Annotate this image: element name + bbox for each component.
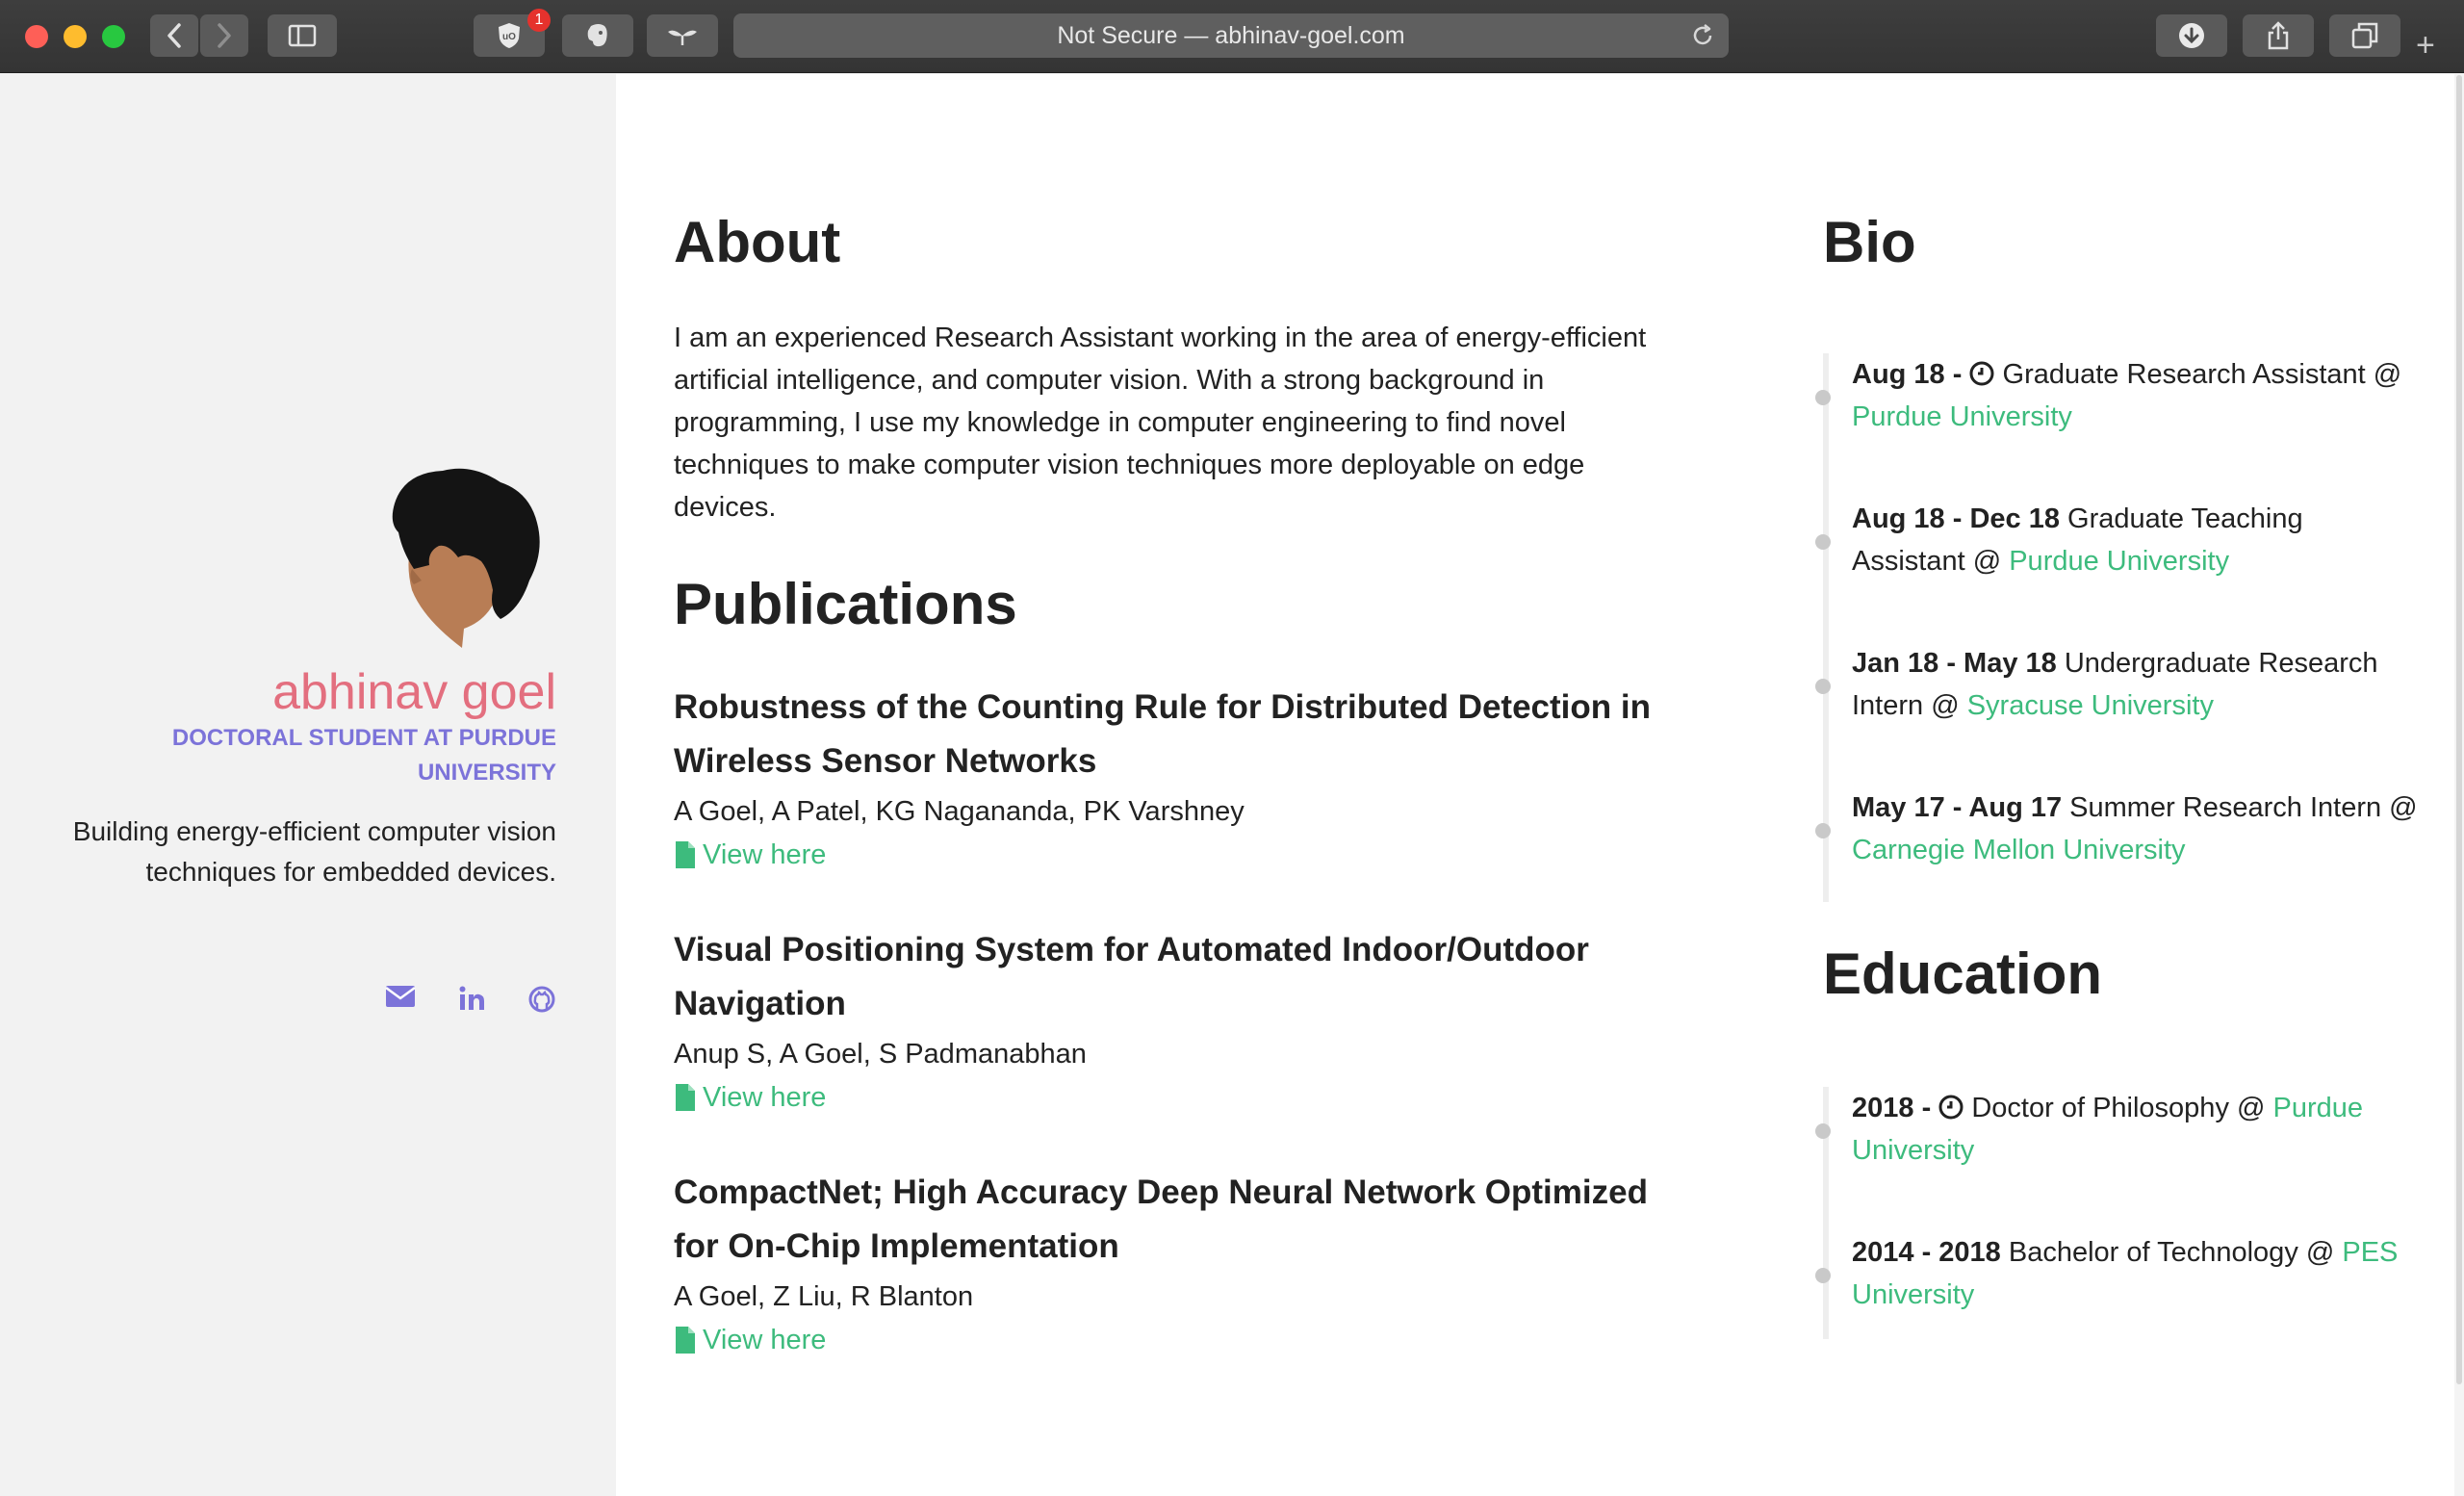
view-publication-link[interactable]: View here: [674, 1075, 1694, 1120]
timeline-dot: [1815, 390, 1831, 405]
address-bar[interactable]: Not Secure — abhinav-goel.com: [733, 13, 1729, 58]
chevron-left-icon: [167, 23, 181, 48]
view-publication-link[interactable]: View here: [674, 1318, 1694, 1362]
bio-org-link[interactable]: Purdue University: [2009, 546, 2229, 577]
file-icon: [676, 1084, 695, 1111]
bio-org-link[interactable]: Purdue University: [1852, 401, 2072, 432]
tabs-icon: [2351, 22, 2378, 49]
linkedin-icon[interactable]: [458, 985, 485, 1014]
education-item: 2014 - 2018 Bachelor of Technology @ PES…: [1815, 1231, 2420, 1339]
timeline-dot: [1815, 1123, 1831, 1139]
browser-titlebar: uO 1 Not Secure — abhinav-goel.com +: [0, 0, 2464, 73]
publication-authors: Anup S, A Goel, S Padmanabhan: [674, 1039, 1087, 1070]
education-date: 2014 - 2018: [1852, 1237, 2001, 1268]
publication-item: Visual Positioning System for Automated …: [674, 923, 1694, 1120]
share-button[interactable]: [2243, 14, 2314, 57]
publication-title: Visual Positioning System for Automated …: [674, 931, 1589, 1022]
publication-title: Robustness of the Counting Rule for Dist…: [674, 688, 1651, 780]
bio-item: Aug 18 - Dec 18 Graduate Teaching Assist…: [1815, 498, 2420, 642]
bio-role: Graduate Research Assistant @: [1994, 359, 2402, 390]
education-heading: Education: [1823, 941, 2103, 1006]
education-item: 2018 - Doctor of Philosophy @ Purdue Uni…: [1815, 1087, 2420, 1231]
chevron-right-icon: [218, 23, 231, 48]
web-page: abhinav goel DOCTORAL STUDENT AT PURDUE …: [0, 74, 2454, 1496]
sidebar-toggle-button[interactable]: [268, 14, 337, 57]
zoom-window-button[interactable]: [102, 25, 125, 48]
evernote-extension-button[interactable]: [562, 14, 633, 57]
bio-item: Aug 18 - Graduate Research Assistant @ P…: [1815, 353, 2420, 498]
social-links: [385, 985, 556, 1014]
shield-icon: uO: [499, 23, 520, 48]
education-degree: Bachelor of Technology @: [2000, 1237, 2343, 1268]
file-icon: [676, 1327, 695, 1354]
publication-item: Robustness of the Counting Rule for Dist…: [674, 681, 1694, 877]
clock-icon: [1938, 1095, 1964, 1120]
about-text: I am an experienced Research Assistant w…: [674, 322, 1647, 523]
education-degree: Doctor of Philosophy @: [1964, 1093, 2273, 1123]
timeline-dot: [1815, 679, 1831, 694]
publications-heading: Publications: [674, 572, 1017, 636]
view-link-label: View here: [703, 1325, 827, 1355]
close-window-button[interactable]: [25, 25, 48, 48]
clock-icon: [1969, 361, 1994, 386]
file-icon: [676, 841, 695, 868]
publication-item: CompactNet; High Accuracy Deep Neural Ne…: [674, 1166, 1694, 1362]
back-button[interactable]: [150, 14, 198, 57]
about-heading: About: [674, 210, 841, 274]
sprout-icon: [668, 30, 697, 45]
download-icon: [2179, 23, 2204, 48]
bio-timeline: Aug 18 - Graduate Research Assistant @ P…: [1815, 353, 2420, 902]
education-timeline: 2018 - Doctor of Philosophy @ Purdue Uni…: [1815, 1087, 2420, 1339]
extension-badge: 1: [527, 9, 551, 32]
bio-org-link[interactable]: Carnegie Mellon University: [1852, 835, 2186, 865]
reload-icon[interactable]: [1690, 23, 1715, 55]
downloads-button[interactable]: [2156, 14, 2227, 57]
profile-sidebar: abhinav goel DOCTORAL STUDENT AT PURDUE …: [0, 74, 616, 1496]
profile-name: abhinav goel: [272, 664, 556, 720]
publication-title: CompactNet; High Accuracy Deep Neural Ne…: [674, 1174, 1648, 1265]
timeline-dot: [1815, 1268, 1831, 1283]
view-publication-link[interactable]: View here: [674, 833, 1694, 877]
bio-date: May 17 - Aug 17: [1852, 792, 2063, 823]
bio-date: Jan 18 - May 18: [1852, 648, 2057, 679]
publication-authors: A Goel, A Patel, KG Nagananda, PK Varshn…: [674, 796, 1245, 827]
timeline-dot: [1815, 534, 1831, 550]
profile-role: DOCTORAL STUDENT AT PURDUE UNIVERSITY: [171, 725, 556, 786]
bio-date: Aug 18 - Dec 18: [1852, 503, 2060, 534]
svg-text:uO: uO: [502, 32, 516, 42]
share-icon: [2268, 21, 2289, 50]
sprout-extension-button[interactable]: [647, 14, 718, 57]
new-tab-plus-icon[interactable]: +: [2416, 29, 2435, 62]
tab-overview-button[interactable]: [2329, 14, 2400, 57]
profile-tagline: Building energy-efficient computer visio…: [72, 816, 556, 887]
minimize-window-button[interactable]: [64, 25, 87, 48]
bio-org-link[interactable]: Syracuse University: [1967, 690, 2214, 721]
view-link-label: View here: [703, 1082, 827, 1113]
publication-authors: A Goel, Z Liu, R Blanton: [674, 1281, 974, 1312]
forward-button[interactable]: [200, 14, 248, 57]
github-icon[interactable]: [527, 985, 556, 1014]
timeline-dot: [1815, 823, 1831, 838]
education-date: 2018 -: [1852, 1093, 1939, 1123]
sidebar-icon: [288, 24, 317, 47]
bio-date: Aug 18 -: [1852, 359, 1970, 390]
elephant-icon: [587, 24, 607, 47]
view-link-label: View here: [703, 839, 827, 870]
bio-heading: Bio: [1823, 210, 1916, 274]
avatar: [375, 465, 549, 658]
bio-role: Summer Research Intern @: [2062, 792, 2418, 823]
bio-item: May 17 - Aug 17 Summer Research Intern @…: [1815, 787, 2420, 902]
bio-item: Jan 18 - May 18 Undergraduate Research I…: [1815, 642, 2420, 787]
email-icon[interactable]: [385, 985, 416, 1014]
scrollbar-thumb[interactable]: [2456, 75, 2462, 1384]
url-text: Not Secure — abhinav-goel.com: [1057, 21, 1405, 49]
